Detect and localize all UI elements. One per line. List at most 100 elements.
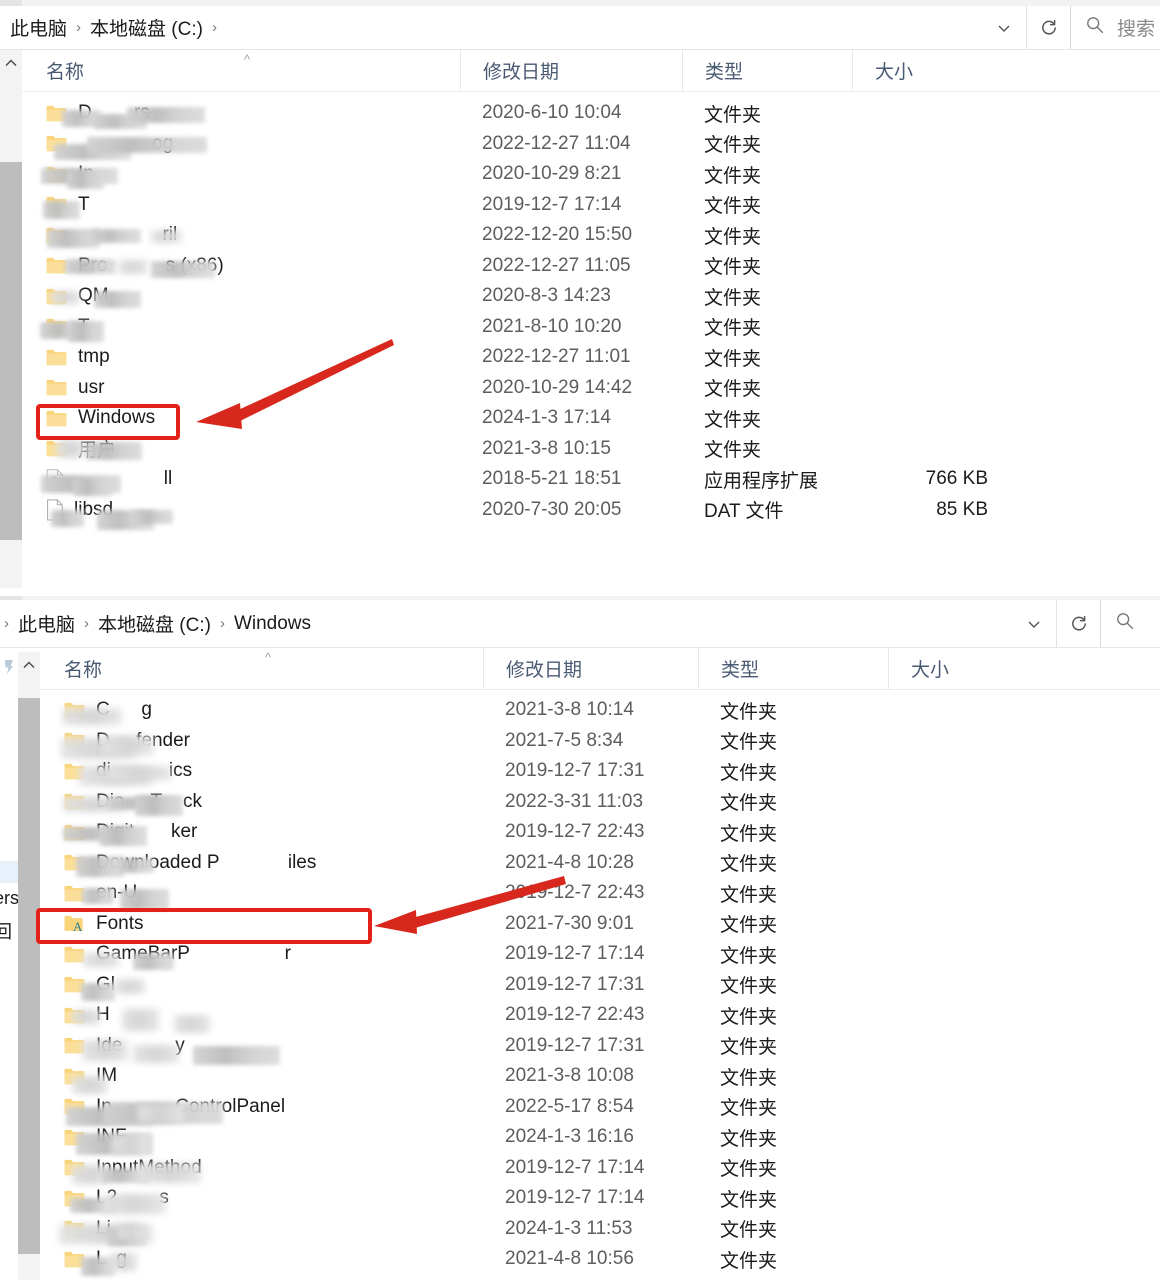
column-header-size-2[interactable]: 大小 xyxy=(888,648,1038,689)
file-name-cell[interactable]: In ControlPanel xyxy=(40,1096,483,1126)
table-row[interactable]: ll 2018-5-21 18:51 应用程序扩展 766 KB xyxy=(22,464,1160,497)
table-row[interactable]: D fender 2021-7-5 8:34 文件夹 xyxy=(40,726,1160,759)
scroll-up-chevron-icon-1[interactable] xyxy=(0,50,22,76)
file-name-cell[interactable]: IM xyxy=(40,1065,483,1094)
table-row[interactable]: 用户 2021-3-8 10:15 文件夹 xyxy=(22,434,1160,465)
table-row[interactable]: A Fonts 2021-7-30 9:01 文件夹 xyxy=(40,909,1160,940)
search-input-1[interactable]: 搜索 xyxy=(1117,14,1155,41)
breadcrumb-item-windows[interactable]: Windows xyxy=(234,613,311,635)
file-name-cell[interactable]: Gl xyxy=(40,974,483,1001)
nav-pane-fragment-users[interactable]: ers xyxy=(0,888,19,909)
table-row[interactable]: L g 2021-4-8 10:56 文件夹 xyxy=(40,1244,1160,1277)
nav-pane-fragment-recycle[interactable]: 回 xyxy=(0,918,12,944)
table-row[interactable]: D rs 2020-6-10 10:04 文件夹 xyxy=(22,98,1160,130)
breadcrumb-item-local-disk-c-2[interactable]: 本地磁盘 (C:) xyxy=(98,610,211,637)
file-name-cell[interactable]: T xyxy=(22,316,460,342)
file-name-cell[interactable]: H xyxy=(40,1004,483,1033)
file-name-cell[interactable]: Pro s (x86) xyxy=(22,255,460,278)
file-name-cell[interactable]: L g xyxy=(40,1248,483,1277)
table-row[interactable]: tmp 2022-12-27 11:01 文件夹 xyxy=(22,342,1160,373)
file-name-cell[interactable]: Dia T ck xyxy=(40,791,483,816)
breadcrumb-item-local-disk-c[interactable]: 本地磁盘 (C:) xyxy=(90,14,203,41)
table-row[interactable]: In ControlPanel 2022-5-17 8:54 文件夹 xyxy=(40,1092,1160,1126)
table-row[interactable]: C g 2021-3-8 10:14 文件夹 xyxy=(40,695,1160,726)
table-row[interactable]: Dia T ck 2022-3-31 11:03 文件夹 xyxy=(40,787,1160,818)
file-name-cell[interactable]: T xyxy=(22,194,460,220)
table-row[interactable]: GameBarP r 2019-12-7 17:14 文件夹 xyxy=(40,939,1160,971)
column-header-date-1[interactable]: 修改日期 xyxy=(460,50,682,91)
file-name-cell[interactable]: Downloaded P iles xyxy=(40,852,483,877)
left-scrollbar-strip-1[interactable] xyxy=(0,50,22,588)
table-row[interactable]: T 2021-8-10 10:20 文件夹 xyxy=(22,312,1160,343)
file-name-cell[interactable]: C g xyxy=(40,699,483,726)
file-name-cell[interactable]: GameBarP r xyxy=(40,943,483,971)
file-name-cell[interactable]: Li xyxy=(40,1218,483,1246)
file-name-cell[interactable]: D rs xyxy=(22,102,460,130)
history-dropdown-chevron-down-icon[interactable] xyxy=(982,6,1026,49)
breadcrumb-item-this-pc[interactable]: 此电脑 xyxy=(10,14,67,41)
table-row[interactable]: INF 2024-1-3 16:16 文件夹 xyxy=(40,1122,1160,1155)
history-dropdown-chevron-down-icon-2[interactable] xyxy=(1012,600,1056,647)
refresh-icon[interactable] xyxy=(1026,6,1070,49)
file-name-cell[interactable]: tmp xyxy=(22,346,460,368)
file-list-1[interactable]: D rs 2020-6-10 10:04 文件夹 og 2022-12-27 11:0… xyxy=(22,98,1160,530)
file-name-cell[interactable]: L2 s xyxy=(40,1187,483,1214)
refresh-icon-2[interactable] xyxy=(1056,600,1100,647)
file-name-cell[interactable]: Ide y xyxy=(40,1035,483,1065)
table-row[interactable]: Gl 2019-12-7 17:31 文件夹 xyxy=(40,970,1160,1001)
table-row[interactable]: Ide y 2019-12-7 17:31 文件夹 xyxy=(40,1031,1160,1065)
file-name-cell[interactable]: og xyxy=(22,133,460,160)
table-row[interactable]: Li 2024-1-3 11:53 文件夹 xyxy=(40,1214,1160,1246)
address-bar-2[interactable]: › 此电脑 › 本地磁盘 (C:) › Windows xyxy=(0,600,1160,648)
table-row[interactable]: H 2019-12-7 22:43 文件夹 xyxy=(40,1000,1160,1033)
breadcrumb-item-this-pc-2[interactable]: 此电脑 xyxy=(18,610,75,637)
table-row[interactable]: Windows 2024-1-3 17:14 文件夹 xyxy=(22,403,1160,434)
file-name-cell[interactable]: di ics xyxy=(40,760,483,786)
table-row[interactable]: Pro s (x86) 2022-12-27 11:05 文件夹 xyxy=(22,251,1160,282)
column-header-type-1[interactable]: 类型 xyxy=(682,50,852,91)
table-row[interactable]: og 2022-12-27 11:04 文件夹 xyxy=(22,129,1160,160)
file-name-cell[interactable]: ll xyxy=(22,468,460,497)
column-header-size-1[interactable]: 大小 xyxy=(852,50,1002,91)
scrollbar-thumb-1[interactable] xyxy=(0,162,22,540)
file-name-cell[interactable]: INF xyxy=(40,1126,483,1155)
table-row[interactable]: L2 s 2019-12-7 17:14 文件夹 xyxy=(40,1183,1160,1214)
file-name-cell[interactable]: InputMethod xyxy=(40,1157,483,1184)
search-box-2[interactable] xyxy=(1100,600,1160,647)
file-name-cell[interactable]: 用户 xyxy=(22,435,460,462)
table-row[interactable]: en-U 2019-12-7 22:43 文件夹 xyxy=(40,878,1160,910)
file-list-2[interactable]: C g 2021-3-8 10:14 文件夹 D fender 2021-7-5 8:3… xyxy=(40,695,1160,1277)
table-row[interactable]: ril 2022-12-20 15:50 文件夹 xyxy=(22,220,1160,251)
column-header-name-2[interactable]: 名称 ^ xyxy=(40,648,483,689)
left-scrollbar-strip-2[interactable] xyxy=(18,652,40,1280)
file-name-cell[interactable]: D fender xyxy=(40,730,483,759)
table-row[interactable]: T 2019-12-7 17:14 文件夹 xyxy=(22,190,1160,221)
file-name-cell[interactable]: libsd xyxy=(22,499,460,530)
file-name-cell[interactable]: Windows xyxy=(22,407,460,429)
table-row[interactable]: Digit ker 2019-12-7 22:43 文件夹 xyxy=(40,817,1160,848)
column-header-date-2[interactable]: 修改日期 xyxy=(483,648,698,689)
table-row[interactable]: Downloaded P iles 2021-4-8 10:28 文件夹 xyxy=(40,848,1160,879)
table-row[interactable]: IM 2021-3-8 10:08 文件夹 xyxy=(40,1061,1160,1094)
breadcrumb-2[interactable]: › 此电脑 › 本地磁盘 (C:) › Windows xyxy=(0,600,1012,647)
search-box-1[interactable]: 搜索 xyxy=(1070,6,1160,49)
table-row[interactable]: InputMethod 2019-12-7 17:14 文件夹 xyxy=(40,1153,1160,1184)
column-header-name-1[interactable]: 名称 ^ xyxy=(22,50,460,91)
breadcrumb-1[interactable]: 此电脑 › 本地磁盘 (C:) › xyxy=(0,6,982,49)
table-row[interactable]: In 2020-10-29 8:21 文件夹 xyxy=(22,159,1160,190)
scroll-up-chevron-icon-2[interactable] xyxy=(18,652,40,678)
address-bar-1[interactable]: 此电脑 › 本地磁盘 (C:) › 搜索 xyxy=(0,6,1160,50)
scrollbar-thumb-2[interactable] xyxy=(18,698,40,1254)
file-name-cell[interactable]: QM xyxy=(22,285,460,309)
file-name-cell[interactable]: A Fonts xyxy=(40,913,483,935)
file-name-cell[interactable]: ril xyxy=(22,224,460,248)
table-row[interactable]: di ics 2019-12-7 17:31 文件夹 xyxy=(40,756,1160,787)
file-name-cell[interactable]: Digit ker xyxy=(40,821,483,847)
table-row[interactable]: libsd 2020-7-30 20:05 DAT 文件 85 KB xyxy=(22,495,1160,530)
table-row[interactable]: usr 2020-10-29 14:42 文件夹 xyxy=(22,373,1160,404)
file-name-cell[interactable]: en-U xyxy=(40,882,483,910)
column-header-type-2[interactable]: 类型 xyxy=(698,648,888,689)
file-name-cell[interactable]: In xyxy=(22,163,460,189)
table-row[interactable]: QM 2020-8-3 14:23 文件夹 xyxy=(22,281,1160,312)
file-name-cell[interactable]: usr xyxy=(22,377,460,399)
